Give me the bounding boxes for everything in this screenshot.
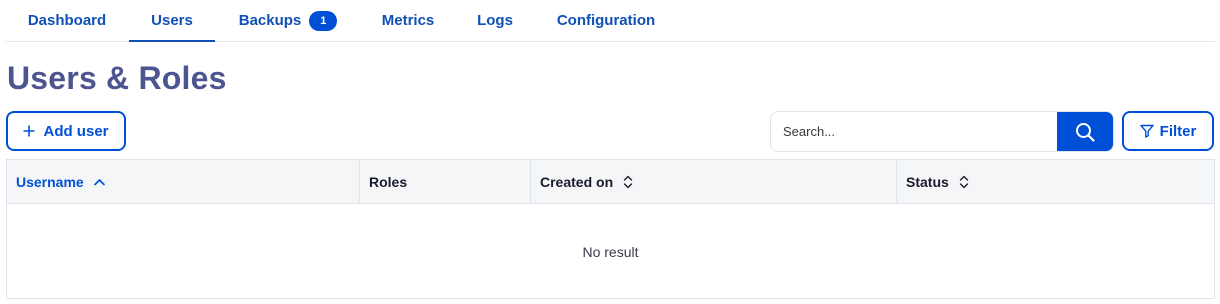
search-input[interactable] [771,112,1057,151]
funnel-icon [1139,124,1154,138]
filter-label: Filter [1159,122,1197,140]
column-header-status[interactable]: Status [897,160,1214,203]
column-header-username[interactable]: Username [7,160,360,203]
plus-icon [23,125,35,137]
column-label: Status [906,173,949,190]
tab-logs[interactable]: Logs [464,0,526,41]
column-label: Username [16,173,84,190]
users-table: Username Roles Created on Status No resu… [6,159,1215,299]
backups-count-badge: 1 [309,10,338,31]
add-user-button[interactable]: Add user [6,111,126,151]
sort-toggle-icon [959,175,969,189]
search-bar [770,111,1114,152]
search-button[interactable] [1057,112,1113,151]
tab-label: Metrics [381,12,435,29]
tab-users[interactable]: Users [129,0,215,42]
sort-toggle-icon [623,175,633,189]
tab-backups[interactable]: Backups 1 [224,0,352,41]
add-user-label: Add user [43,122,109,140]
tab-configuration[interactable]: Configuration [541,0,671,41]
column-header-created-on[interactable]: Created on [531,160,897,203]
tab-label: Users [151,11,193,29]
tab-label: Configuration [556,12,656,29]
tab-label: Dashboard [27,12,107,29]
column-label: Created on [540,173,614,190]
tab-label: Logs [477,12,513,29]
empty-state-message: No result [582,243,639,260]
table-header: Username Roles Created on Status [7,160,1214,204]
page-title: Users & Roles [7,60,227,96]
column-header-roles: Roles [360,160,531,203]
tab-metrics[interactable]: Metrics [364,0,452,41]
sort-ascending-icon [93,178,105,186]
tab-dashboard[interactable]: Dashboard [6,0,128,41]
search-icon [1075,122,1095,142]
filter-button[interactable]: Filter [1122,111,1214,151]
tab-bar: Dashboard Users Backups 1 Metrics Logs C… [6,0,1215,42]
column-label: Roles [369,173,408,190]
tab-label: Backups [238,12,302,29]
